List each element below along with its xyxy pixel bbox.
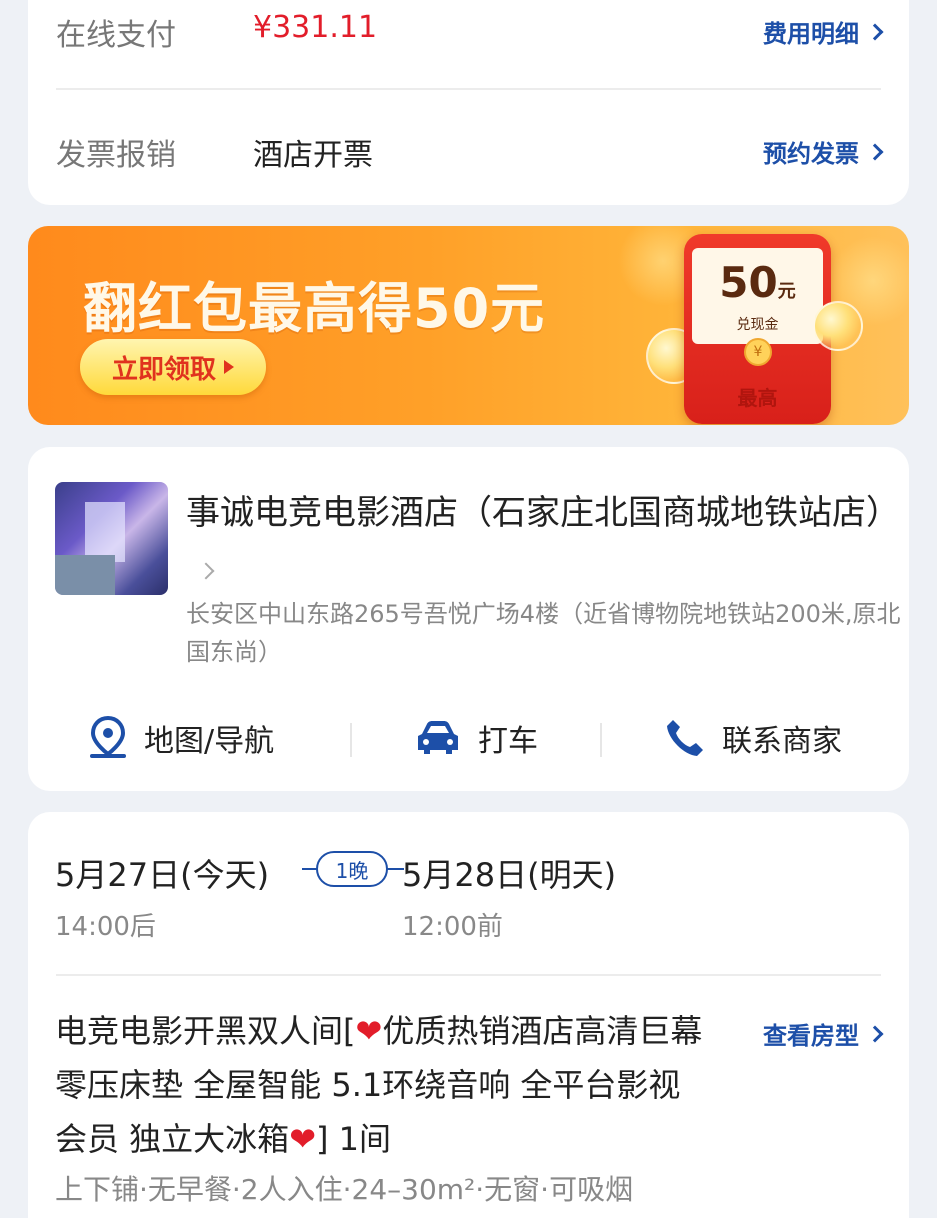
phone-icon: [667, 720, 703, 756]
chevron-right-icon: [197, 562, 215, 579]
taxi-button[interactable]: 打车: [414, 713, 538, 763]
action-divider: [350, 723, 352, 757]
divider: [56, 88, 881, 90]
envelope-amount-unit: 元: [777, 281, 796, 302]
yuan-coin-icon: ¥: [744, 338, 772, 366]
invoice-value: 酒店开票: [253, 138, 373, 173]
thumbnail-window: [85, 502, 125, 562]
checkout-date: 5月28日(明天): [402, 856, 617, 894]
play-arrow-icon: [224, 360, 234, 374]
invoice-label: 发票报销: [56, 138, 176, 173]
hotel-name: 事诚电竞电影酒店（石家庄北国商城地铁站店）: [186, 493, 900, 533]
hotel-name-link[interactable]: 事诚电竞电影酒店（石家庄北国商城地铁站店）: [186, 485, 900, 597]
view-room-type-link[interactable]: 查看房型: [763, 1016, 884, 1051]
red-envelope-image: 50元 兑现金 ¥ 最高: [684, 234, 831, 424]
payment-amount: ¥331.11: [253, 10, 378, 45]
envelope-cash-label: 兑现金: [736, 317, 779, 333]
banner-title: 翻红包最高得50元: [83, 277, 546, 340]
payment-card: 在线支付 ¥331.11 费用明细 发票报销 酒店开票 预约发票: [28, 0, 909, 205]
envelope-amount: 50元: [692, 258, 823, 307]
online-payment-label: 在线支付: [56, 18, 176, 53]
car-icon: [418, 721, 458, 754]
claim-now-label: 立即领取: [111, 354, 216, 385]
room-features: 上下铺·无早餐·2人入住·24–30m²·无窗·可吸烟: [55, 1173, 634, 1206]
room-name-text: ] 1间: [316, 1120, 392, 1158]
taxi-label: 打车: [478, 724, 538, 759]
fee-detail-label: 费用明细: [763, 20, 859, 48]
room-name: 电竞电影开黑双人间[❤优质热销酒店高清巨幕 零压床垫 全屋智能 5.1环绕音响 …: [55, 1004, 705, 1166]
room-name-text: 电竞电影开黑双人间[: [55, 1012, 356, 1050]
nights-badge: 1晚: [302, 851, 404, 887]
action-divider: [600, 723, 602, 757]
heart-icon: ❤: [355, 1012, 383, 1050]
envelope-card: 50元 兑现金: [692, 248, 823, 344]
reserve-invoice-label: 预约发票: [763, 140, 859, 168]
checkin-date: 5月27日(今天): [55, 856, 270, 894]
contact-merchant-button[interactable]: 联系商家: [664, 713, 842, 763]
map-navigation-label: 地图/导航: [144, 724, 275, 759]
envelope-max-label: 最高: [737, 386, 778, 410]
hotel-thumbnail[interactable]: [55, 482, 168, 595]
divider: [56, 974, 881, 976]
map-navigation-button[interactable]: 地图/导航: [88, 713, 274, 763]
map-pin-icon: [90, 716, 126, 758]
thumbnail-bed: [55, 555, 115, 595]
fee-detail-link[interactable]: 费用明细: [763, 14, 884, 49]
reserve-invoice-link[interactable]: 预约发票: [763, 134, 884, 169]
hotel-address: 长安区中山东路265号吾悦广场4楼（近省博物院地铁站200米,原北国东尚）: [186, 600, 901, 666]
coin-bubble-icon: [813, 301, 863, 351]
nights-count: 1晚: [316, 851, 388, 887]
chevron-right-icon: [866, 1025, 884, 1042]
envelope-amount-value: 50: [719, 258, 778, 307]
view-room-type-label: 查看房型: [763, 1022, 859, 1050]
checkout-time: 12:00前: [402, 912, 503, 942]
booking-card: 5月27日(今天) 14:00后 1晚 5月28日(明天) 12:00前 电竞电…: [28, 812, 909, 1218]
red-packet-banner[interactable]: 翻红包最高得50元 立即领取 50元 兑现金 ¥ 最高: [28, 226, 909, 425]
chevron-right-icon: [866, 143, 884, 160]
hotel-card: 事诚电竞电影酒店（石家庄北国商城地铁站店） 长安区中山东路265号吾悦广场4楼（…: [28, 447, 909, 791]
checkin-time: 14:00后: [55, 912, 156, 942]
heart-icon: ❤: [289, 1120, 316, 1158]
contact-merchant-label: 联系商家: [722, 724, 842, 759]
chevron-right-icon: [866, 23, 884, 40]
claim-now-button[interactable]: 立即领取: [80, 339, 266, 395]
